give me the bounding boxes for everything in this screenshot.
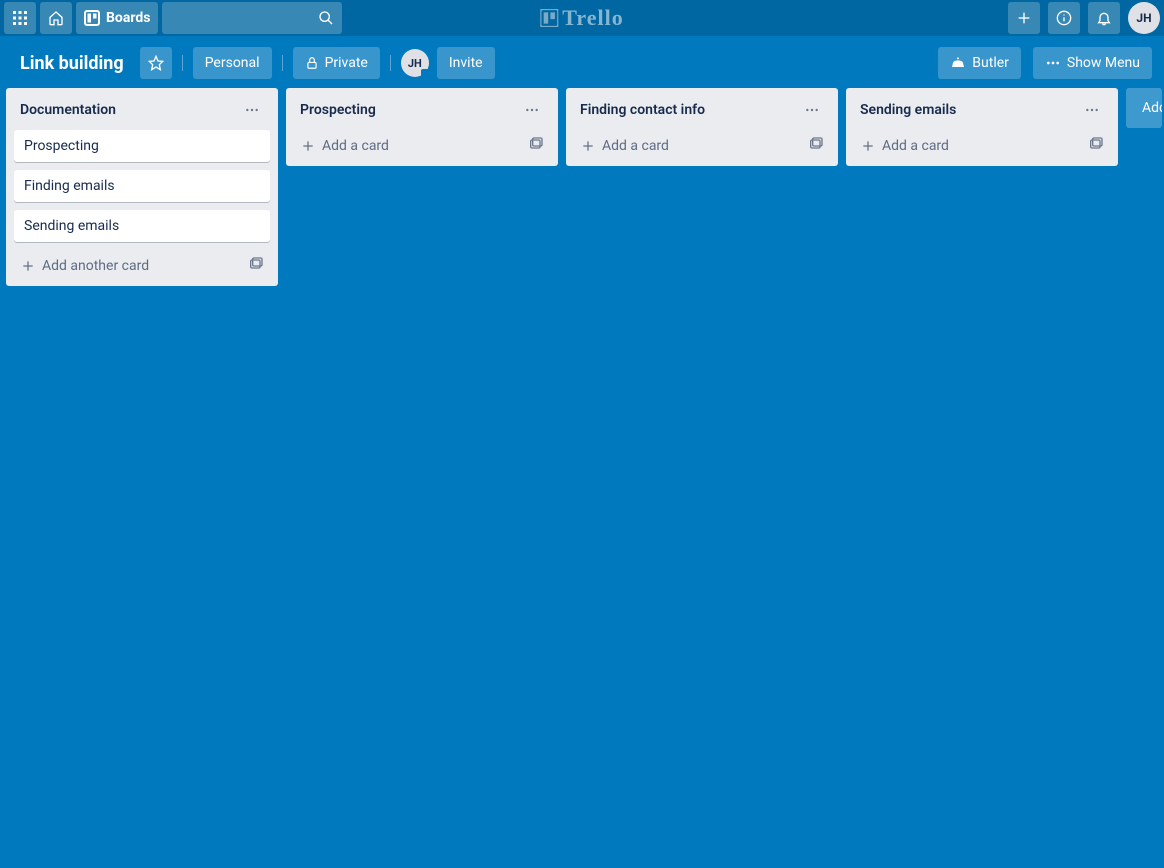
info-icon bbox=[1056, 10, 1072, 26]
home-icon bbox=[48, 10, 64, 26]
ellipsis-icon bbox=[1045, 55, 1061, 71]
list-header: Documentation bbox=[14, 96, 270, 130]
board-bar: Link building Personal Private JH Invite… bbox=[0, 42, 1164, 84]
boards-label: Boards bbox=[106, 10, 150, 26]
plus-icon bbox=[860, 138, 876, 154]
info-button[interactable] bbox=[1048, 2, 1080, 34]
add-card-label: Add a card bbox=[882, 138, 949, 154]
list-menu-button[interactable] bbox=[520, 98, 544, 122]
ellipsis-icon bbox=[804, 102, 820, 118]
board-title[interactable]: Link building bbox=[8, 47, 136, 79]
card[interactable]: Sending emails bbox=[14, 210, 270, 242]
add-card-label: Add a card bbox=[322, 138, 389, 154]
boards-button[interactable]: Boards bbox=[76, 2, 158, 34]
apps-button[interactable] bbox=[4, 2, 36, 34]
search-input[interactable] bbox=[162, 2, 342, 34]
template-icon bbox=[1088, 136, 1104, 152]
list-menu-button[interactable] bbox=[1080, 98, 1104, 122]
list: Sending emails Add a card bbox=[846, 88, 1118, 166]
divider bbox=[390, 55, 391, 71]
add-list-button[interactable]: Add another list bbox=[1126, 88, 1162, 128]
add-card-label: Add another card bbox=[42, 258, 149, 274]
board-member[interactable]: JH bbox=[401, 49, 429, 77]
list-menu-button[interactable] bbox=[240, 98, 264, 122]
board-icon bbox=[84, 10, 100, 26]
invite-label: Invite bbox=[449, 55, 483, 71]
ellipsis-icon bbox=[244, 102, 260, 118]
add-card-label: Add a card bbox=[602, 138, 669, 154]
plus-icon bbox=[300, 138, 316, 154]
apps-grid-icon bbox=[12, 10, 28, 26]
add-card-button[interactable]: Add another card bbox=[14, 250, 270, 278]
star-icon bbox=[148, 55, 164, 71]
ellipsis-icon bbox=[1084, 102, 1100, 118]
user-initials: JH bbox=[1136, 11, 1151, 25]
plus-icon bbox=[20, 258, 36, 274]
list-header: Finding contact info bbox=[574, 96, 830, 130]
home-button[interactable] bbox=[40, 2, 72, 34]
list: Prospecting Add a card bbox=[286, 88, 558, 166]
list: Documentation Prospecting Finding emails Se… bbox=[6, 88, 278, 286]
bell-icon bbox=[1096, 10, 1112, 26]
search-icon bbox=[318, 10, 334, 26]
show-menu-label: Show Menu bbox=[1067, 55, 1140, 71]
member-initials: JH bbox=[408, 57, 422, 70]
add-card-button[interactable]: Add a card bbox=[294, 130, 550, 158]
butler-button[interactable]: Butler bbox=[938, 47, 1021, 79]
divider bbox=[182, 55, 183, 71]
app-logo[interactable]: Trello bbox=[540, 5, 623, 31]
add-card-button[interactable]: Add a card bbox=[574, 130, 830, 158]
star-button[interactable] bbox=[140, 47, 172, 79]
list-header: Prospecting bbox=[294, 96, 550, 130]
list-title[interactable]: Prospecting bbox=[300, 102, 376, 118]
team-button[interactable]: Personal bbox=[193, 47, 272, 79]
card[interactable]: Prospecting bbox=[14, 130, 270, 162]
ellipsis-icon bbox=[524, 102, 540, 118]
butler-label: Butler bbox=[972, 55, 1009, 71]
header-right: JH bbox=[1008, 2, 1160, 34]
template-icon bbox=[528, 136, 544, 152]
app-header: Boards Trello JH bbox=[0, 0, 1164, 36]
user-avatar[interactable]: JH bbox=[1128, 2, 1160, 34]
show-menu-button[interactable]: Show Menu bbox=[1033, 47, 1152, 79]
visibility-label: Private bbox=[325, 55, 368, 71]
team-label: Personal bbox=[205, 55, 260, 71]
visibility-button[interactable]: Private bbox=[293, 47, 380, 79]
notifications-button[interactable] bbox=[1088, 2, 1120, 34]
butler-icon bbox=[950, 55, 966, 71]
divider bbox=[282, 55, 283, 71]
board-canvas: Documentation Prospecting Finding emails Se… bbox=[0, 84, 1164, 868]
plus-icon bbox=[1016, 10, 1032, 26]
add-list-label: Add another list bbox=[1142, 100, 1162, 116]
list-menu-button[interactable] bbox=[800, 98, 824, 122]
plus-icon bbox=[580, 138, 596, 154]
list-title[interactable]: Documentation bbox=[20, 102, 116, 118]
invite-button[interactable]: Invite bbox=[437, 47, 495, 79]
card-template-button[interactable] bbox=[528, 136, 544, 156]
trello-logo-icon bbox=[540, 9, 558, 27]
template-icon bbox=[808, 136, 824, 152]
add-card-button[interactable]: Add a card bbox=[854, 130, 1110, 158]
list-title[interactable]: Finding contact info bbox=[580, 102, 705, 118]
app-logo-text: Trello bbox=[562, 5, 623, 31]
card-template-button[interactable] bbox=[248, 256, 264, 276]
card-template-button[interactable] bbox=[1088, 136, 1104, 156]
card-template-button[interactable] bbox=[808, 136, 824, 156]
list: Finding contact info Add a card bbox=[566, 88, 838, 166]
template-icon bbox=[248, 256, 264, 272]
create-button[interactable] bbox=[1008, 2, 1040, 34]
card[interactable]: Finding emails bbox=[14, 170, 270, 202]
lock-icon bbox=[305, 56, 319, 70]
list-title[interactable]: Sending emails bbox=[860, 102, 956, 118]
list-header: Sending emails bbox=[854, 96, 1110, 130]
